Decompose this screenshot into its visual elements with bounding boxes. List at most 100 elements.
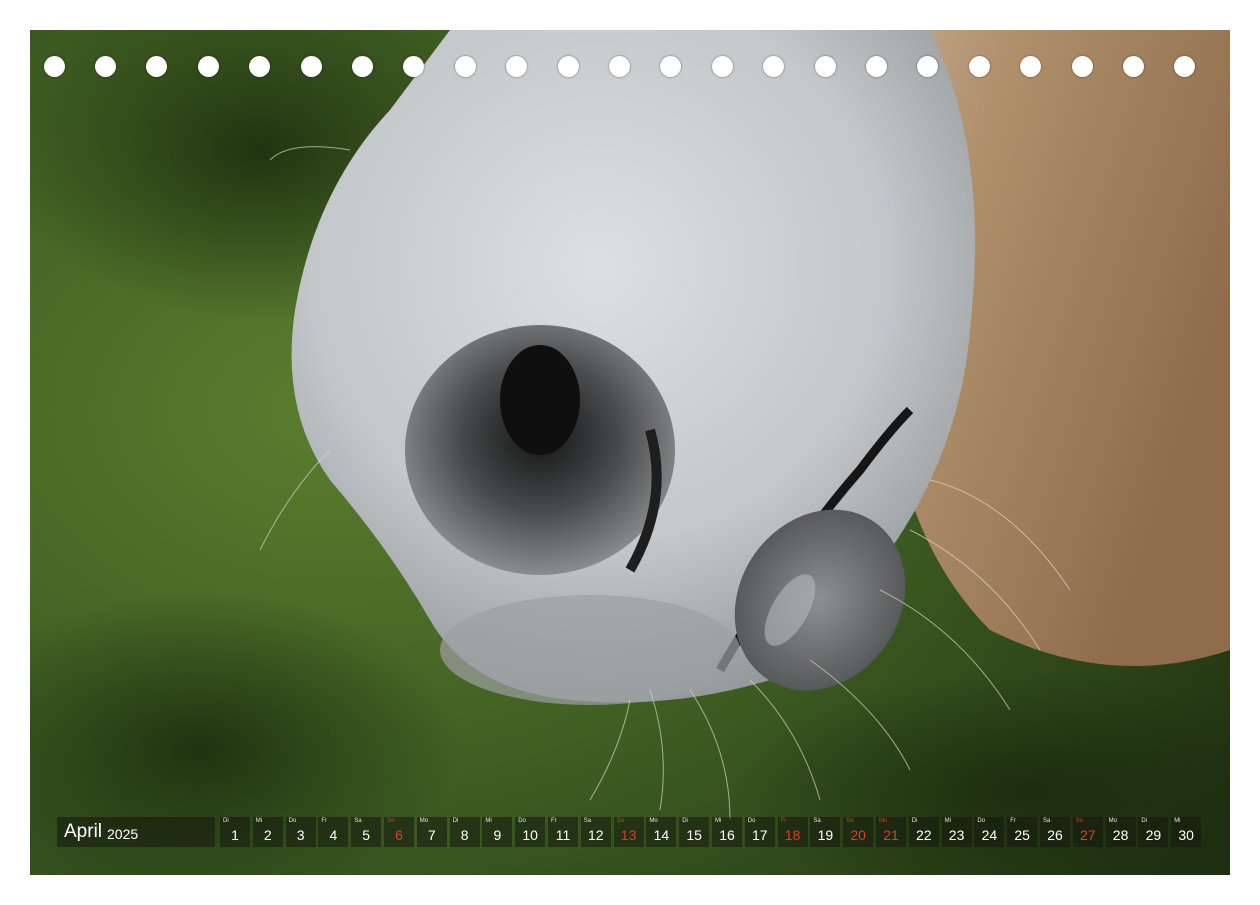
day-cell: Sa 19: [810, 817, 841, 847]
day-cell: Mi 2: [252, 817, 283, 847]
weekday-abbr: Mo: [1108, 818, 1117, 824]
day-number: 20: [850, 827, 866, 843]
day-cell: Do 17: [744, 817, 775, 847]
day-cell: Mi 9: [482, 817, 513, 847]
day-cell: Mi 16: [712, 817, 742, 847]
binding-hole: [763, 56, 785, 77]
binding-hole: [660, 56, 682, 77]
binding-hole: [814, 56, 836, 77]
binding-hole: [1174, 56, 1196, 77]
day-number: 7: [427, 827, 436, 843]
day-number: 22: [916, 827, 932, 843]
day-cell: Di 22: [908, 817, 939, 847]
day-cell: Sa 12: [580, 817, 611, 847]
day-cell: Mo 21: [876, 817, 906, 847]
weekday-abbr: Mo: [419, 818, 429, 824]
day-cell: Di 8: [449, 817, 480, 847]
day-number: 21: [883, 827, 899, 843]
binding-hole: [711, 56, 733, 77]
weekday-abbr: Do: [518, 818, 526, 824]
weekday-abbr: Di: [682, 818, 688, 824]
day-number: 19: [817, 827, 834, 843]
month-year: 2025: [107, 825, 139, 842]
weekday-abbr: Di: [1141, 818, 1148, 824]
day-cell: Fr 4: [318, 817, 349, 847]
day-number: 17: [752, 827, 768, 843]
binding-hole: [1020, 56, 1042, 77]
day-cell: Sa 26: [1040, 817, 1070, 847]
day-number: 27: [1080, 827, 1096, 843]
horse-muzzle-photo: [30, 30, 1230, 875]
day-number: 13: [620, 827, 637, 843]
weekday-abbr: Mi: [485, 818, 492, 824]
day-number: 30: [1178, 827, 1194, 843]
calendar-page: April 2025 Di 1 Mi 2 Do 3 Fr 4 Sa 5 So 6 Mo 7 Di 8 Mi 9 Do…: [30, 30, 1230, 875]
weekday-abbr: Sa: [583, 818, 592, 824]
binding-hole: [351, 56, 373, 77]
day-number: 5: [362, 827, 371, 843]
day-number: 29: [1145, 827, 1162, 843]
binding-hole: [1071, 56, 1093, 77]
binding-hole: [300, 56, 322, 77]
day-number: 2: [263, 827, 272, 843]
day-cell: Sa 5: [351, 817, 382, 847]
day-number: 24: [981, 827, 998, 843]
day-number: 9: [493, 827, 502, 843]
weekday-abbr: So: [387, 818, 395, 824]
weekday-abbr: So: [846, 818, 854, 824]
weekday-abbr: Fr: [1010, 818, 1016, 824]
day-number: 14: [653, 827, 670, 843]
weekday-abbr: Do: [977, 818, 986, 824]
weekday-abbr: So: [616, 818, 624, 824]
day-cell: Mo 14: [646, 817, 677, 847]
day-cell: So 20: [843, 817, 874, 847]
day-cell: So 13: [613, 817, 644, 847]
binding-hole: [557, 56, 579, 77]
day-cell: Do 3: [285, 817, 316, 847]
weekday-abbr: Do: [288, 818, 297, 824]
day-cell: Di 1: [220, 817, 250, 847]
day-cell: Mo 28: [1105, 817, 1136, 847]
day-number: 15: [686, 827, 702, 843]
day-number: 12: [588, 827, 604, 843]
binding-hole: [917, 56, 939, 77]
month-name: April: [64, 821, 103, 842]
binding-hole: [43, 56, 65, 77]
day-cell: Do 10: [515, 817, 546, 847]
weekday-abbr: Mi: [255, 818, 263, 824]
binding-hole: [1122, 56, 1144, 77]
day-number: 3: [296, 827, 305, 843]
day-number: 18: [784, 827, 801, 843]
weekday-abbr: Sa: [813, 818, 821, 824]
day-cell: Di 15: [679, 817, 710, 847]
binding-hole: [968, 56, 990, 77]
day-cell: So 27: [1072, 817, 1103, 847]
binding-hole: [865, 56, 887, 77]
weekday-abbr: Di: [452, 818, 459, 824]
binding-hole: [94, 56, 116, 77]
binding-hole: [249, 56, 271, 77]
weekday-abbr: Fr: [780, 818, 787, 824]
day-cell: Mi 23: [941, 817, 972, 847]
binding-hole: [608, 56, 630, 77]
day-number: 4: [329, 827, 338, 843]
weekday-abbr: Mi: [715, 818, 722, 824]
binding-hole: [454, 56, 476, 77]
day-cell: So 6: [384, 817, 414, 847]
weekday-abbr: Sa: [354, 818, 362, 824]
day-cell: Fr 11: [548, 817, 578, 847]
weekday-abbr: Mo: [879, 818, 888, 824]
day-cell: Fr 25: [1007, 817, 1038, 847]
binding-hole: [403, 56, 425, 77]
weekday-abbr: Fr: [551, 818, 557, 824]
day-cell: Fr 18: [777, 817, 808, 847]
day-number: 28: [1112, 827, 1129, 843]
calendar-strip: April 2025 Di 1 Mi 2 Do 3 Fr 4 Sa 5 So 6 Mo 7 Di 8 Mi 9 Do…: [57, 817, 1203, 847]
day-number: 26: [1047, 827, 1063, 843]
binding-hole: [146, 56, 168, 77]
day-number: 11: [555, 827, 571, 843]
weekday-abbr: Di: [223, 818, 229, 824]
day-number: 10: [522, 827, 538, 843]
weekday-abbr: So: [1075, 818, 1084, 824]
weekday-abbr: Mi: [944, 818, 951, 824]
